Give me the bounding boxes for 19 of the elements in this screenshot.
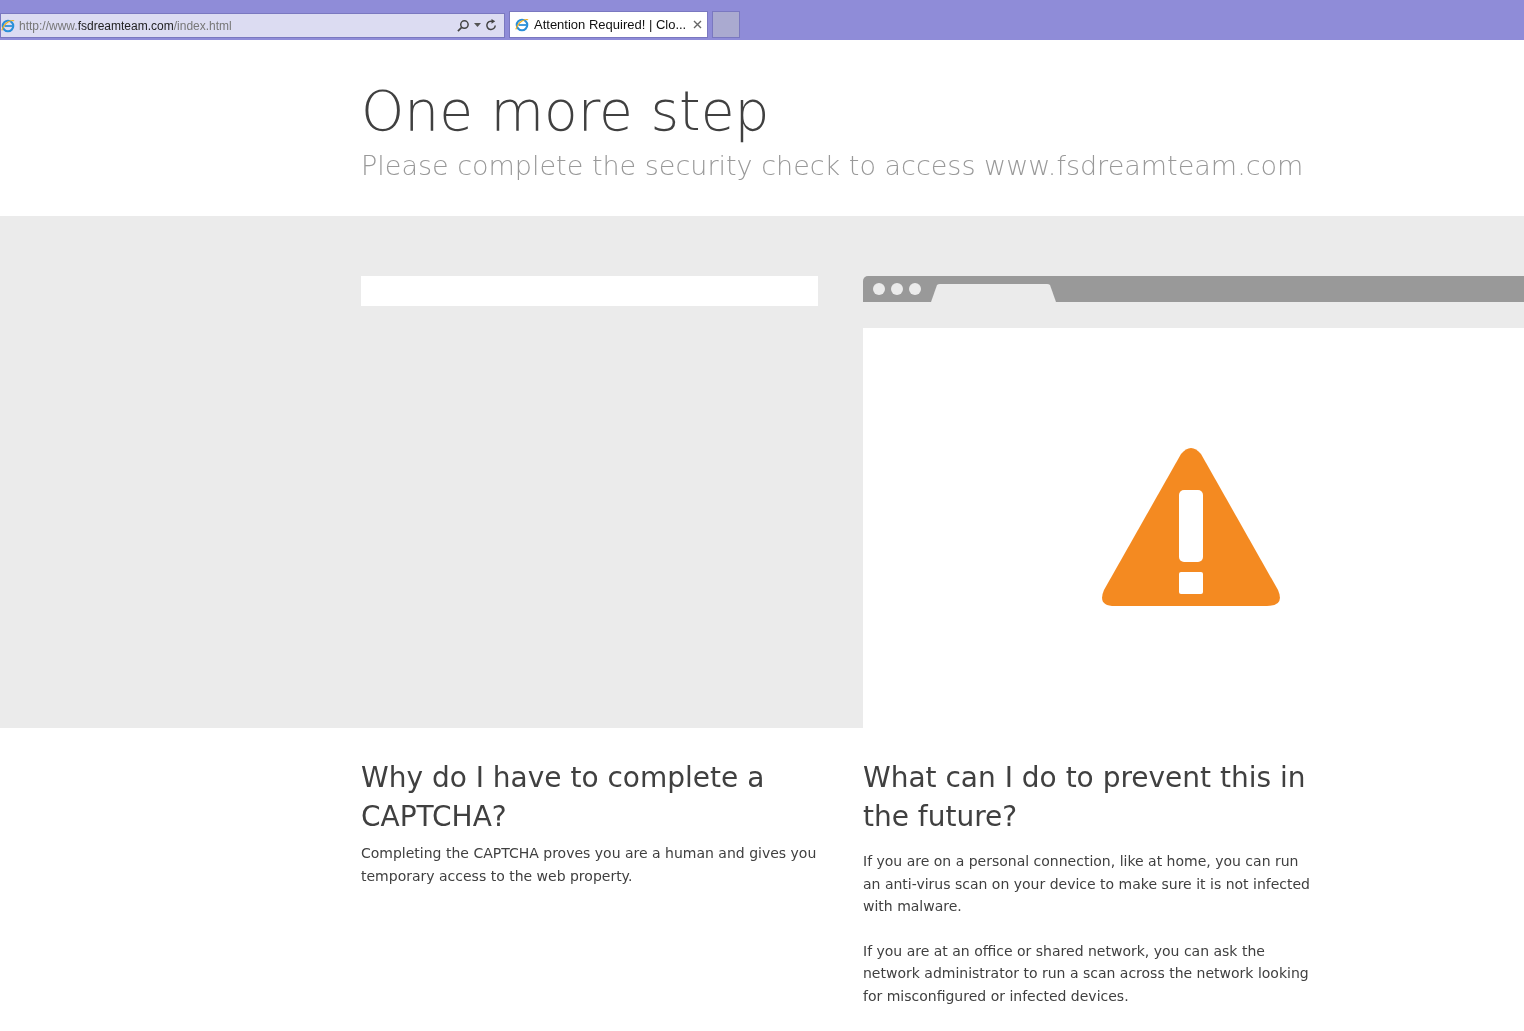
page-subtitle: Please complete the security check to access www.fsdreamteam.com bbox=[361, 149, 1305, 183]
browser-logo-icon bbox=[515, 17, 529, 32]
browser-tab[interactable]: Attention Required! | Clo... bbox=[509, 11, 708, 38]
close-icon[interactable] bbox=[693, 20, 702, 29]
page-title: One more step bbox=[361, 78, 771, 145]
address-text: http://www.fsdreamteam.com/index.html bbox=[19, 17, 233, 35]
section-heading: Why do I have to complete a CAPTCHA? bbox=[361, 760, 766, 835]
address-field[interactable]: http://www.fsdreamteam.com/index.html bbox=[0, 13, 505, 38]
refresh-icon[interactable] bbox=[485, 19, 498, 32]
section-paragraph: Completing the CAPTCHA proves you are a human and gives you temporary access to the web property. bbox=[361, 844, 818, 886]
warning-icon bbox=[1101, 448, 1281, 608]
section-heading: What can I do to prevent this in the future? bbox=[863, 760, 1307, 835]
mockup-tab-icon bbox=[931, 284, 1057, 302]
tab-title: Attention Required! | Clo... bbox=[534, 15, 688, 34]
caret-icon[interactable] bbox=[474, 23, 481, 28]
section-paragraph: If you are on a personal connection, like at home, you can run an anti-virus scan on your device to make sure it is not infected with malware. bbox=[863, 852, 1311, 916]
section-paragraph: If you are at an office or shared network, you can ask the network administrator to run a scan across the network looking for misconfigured or infected devices. bbox=[863, 941, 1310, 1006]
browser-logo-icon bbox=[1, 18, 15, 33]
search-icon[interactable] bbox=[457, 19, 470, 32]
